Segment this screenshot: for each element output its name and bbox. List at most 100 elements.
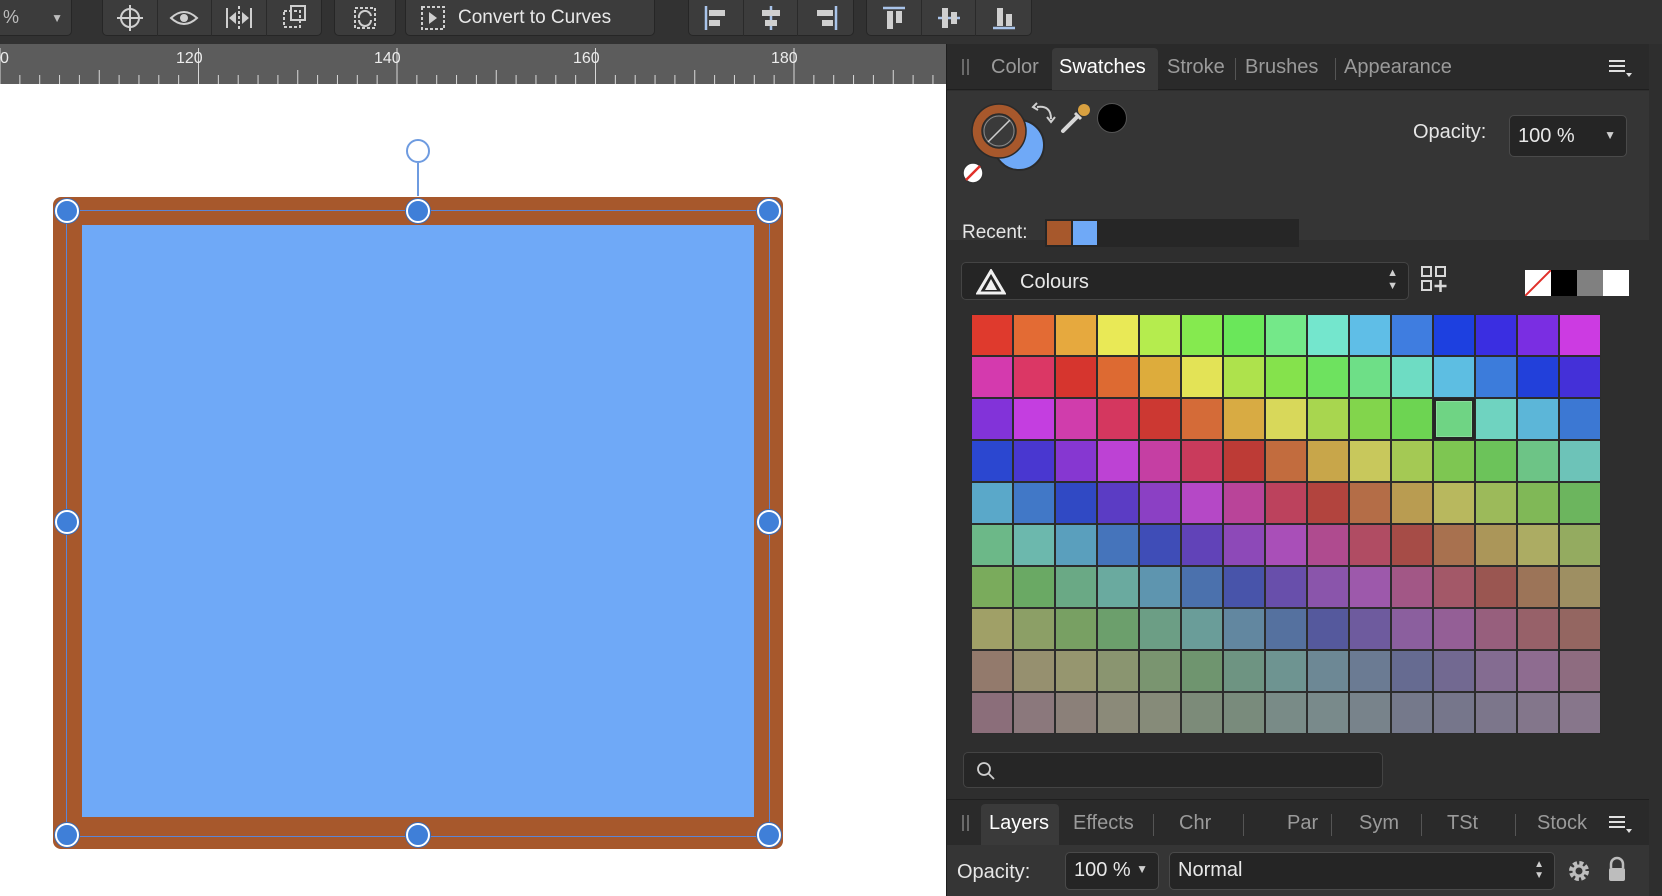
swatch-cell[interactable] <box>1433 440 1475 482</box>
panel-grip[interactable] <box>962 815 964 831</box>
swatch-cell[interactable] <box>1013 314 1055 356</box>
swatch-cell[interactable] <box>1517 398 1559 440</box>
swatch-cell[interactable] <box>1475 440 1517 482</box>
blend-mode-dropdown[interactable]: Normal ▲ ▼ <box>1169 852 1555 890</box>
swatch-cell[interactable] <box>1265 356 1307 398</box>
swatch-cell[interactable] <box>1223 314 1265 356</box>
swatch-cell[interactable] <box>1349 692 1391 734</box>
swatch-cell[interactable] <box>1349 650 1391 692</box>
swatch-cell[interactable] <box>1391 566 1433 608</box>
swatch-cell[interactable] <box>1559 314 1601 356</box>
swatch-cell[interactable] <box>1139 482 1181 524</box>
swatch-cell[interactable] <box>1433 566 1475 608</box>
swatch-cell[interactable] <box>1559 356 1601 398</box>
swatch-cell[interactable] <box>971 566 1013 608</box>
swatch-cell[interactable] <box>1013 566 1055 608</box>
swatch-cell[interactable] <box>1307 440 1349 482</box>
swatch-cell[interactable] <box>1013 692 1055 734</box>
layer-opacity-dropdown[interactable]: 100 % ▼ <box>1065 852 1159 890</box>
swatch-cell[interactable] <box>1097 482 1139 524</box>
swatch-cell[interactable] <box>1307 608 1349 650</box>
align-bottom-button[interactable] <box>976 0 1031 36</box>
swatch-cell[interactable] <box>1055 482 1097 524</box>
swatch-cell[interactable] <box>1265 398 1307 440</box>
black-swatch[interactable] <box>1551 270 1577 296</box>
swatch-cell[interactable] <box>1013 608 1055 650</box>
swatch-cell[interactable] <box>1223 650 1265 692</box>
tab-paragraph[interactable]: Par <box>1287 812 1318 835</box>
opacity-dropdown[interactable]: 100 % ▼ <box>1509 115 1627 157</box>
tab-brushes[interactable]: Brushes <box>1245 56 1318 79</box>
swatch-cell[interactable] <box>1265 482 1307 524</box>
swatch-cell[interactable] <box>1265 524 1307 566</box>
swatch-cell[interactable] <box>1139 650 1181 692</box>
swatch-cell[interactable] <box>1307 524 1349 566</box>
swatch-cell[interactable] <box>1223 398 1265 440</box>
swatch-cell[interactable] <box>1391 356 1433 398</box>
swatch-cell[interactable] <box>1349 398 1391 440</box>
swatch-cell[interactable] <box>1475 692 1517 734</box>
handle-top-right[interactable] <box>757 199 781 223</box>
align-middle-button[interactable] <box>922 0 977 36</box>
swatch-cell[interactable] <box>971 356 1013 398</box>
handle-bottom-right[interactable] <box>757 823 781 847</box>
swatch-cell[interactable] <box>1055 650 1097 692</box>
swatch-cell[interactable] <box>971 482 1013 524</box>
swatch-cell[interactable] <box>1097 356 1139 398</box>
swatch-cell[interactable] <box>1139 314 1181 356</box>
handle-bottom-center[interactable] <box>406 823 430 847</box>
swatch-cell[interactable] <box>1181 608 1223 650</box>
swatch-cell[interactable] <box>1307 356 1349 398</box>
tab-stroke[interactable]: Stroke <box>1167 56 1225 79</box>
swatch-cell[interactable] <box>1349 482 1391 524</box>
swatch-cell[interactable] <box>1307 566 1349 608</box>
swatch-cell[interactable] <box>1013 524 1055 566</box>
swatch-cell[interactable] <box>1139 398 1181 440</box>
tab-character[interactable]: Chr <box>1179 812 1211 835</box>
swatch-cell[interactable] <box>971 692 1013 734</box>
swatch-cell[interactable] <box>1433 650 1475 692</box>
eyedropper-icon[interactable] <box>1059 101 1093 135</box>
swatch-cell[interactable] <box>1475 356 1517 398</box>
swatch-cell[interactable] <box>1391 524 1433 566</box>
swatch-cell[interactable] <box>1139 356 1181 398</box>
swatch-cell[interactable] <box>1097 314 1139 356</box>
swatch-cell[interactable] <box>1265 650 1307 692</box>
swatch-cell[interactable] <box>1055 356 1097 398</box>
swatch-cell[interactable] <box>971 650 1013 692</box>
handle-top-left[interactable] <box>55 199 79 223</box>
swatch-cell[interactable] <box>1013 482 1055 524</box>
swatch-cell[interactable] <box>1433 482 1475 524</box>
swatch-cell[interactable] <box>1391 650 1433 692</box>
swatch-cell[interactable] <box>1559 398 1601 440</box>
swatch-cell[interactable] <box>1475 566 1517 608</box>
swatch-cell[interactable] <box>1181 314 1223 356</box>
swatch-cell[interactable] <box>1475 608 1517 650</box>
swatch-cell[interactable] <box>1223 482 1265 524</box>
swatch-cell[interactable] <box>1559 650 1601 692</box>
swatch-cell[interactable] <box>1055 440 1097 482</box>
swatch-cell[interactable] <box>1097 440 1139 482</box>
swatch-cell[interactable] <box>1517 608 1559 650</box>
swatch-cell[interactable] <box>1433 692 1475 734</box>
gear-icon[interactable] <box>1565 857 1593 885</box>
swatch-cell[interactable] <box>1181 566 1223 608</box>
swatch-cell[interactable] <box>1559 482 1601 524</box>
crosshair-button[interactable] <box>103 0 158 36</box>
swatch-cell[interactable] <box>1349 440 1391 482</box>
lock-icon[interactable] <box>1605 855 1629 885</box>
swatch-cell[interactable] <box>1559 566 1601 608</box>
zoom-dropdown[interactable]: % ▼ <box>0 0 72 36</box>
swatch-cell[interactable] <box>1517 524 1559 566</box>
swatch-cell[interactable] <box>1013 356 1055 398</box>
swatch-cell[interactable] <box>1139 524 1181 566</box>
swatch-cell[interactable] <box>1349 524 1391 566</box>
swatch-cell[interactable] <box>1265 692 1307 734</box>
swatch-cell[interactable] <box>1139 566 1181 608</box>
swatch-cell[interactable] <box>1139 440 1181 482</box>
document-canvas[interactable] <box>0 84 946 896</box>
flip-horizontal-button[interactable] <box>212 0 267 36</box>
swatch-cell[interactable] <box>1055 398 1097 440</box>
swatch-cell[interactable] <box>1475 314 1517 356</box>
swatch-cell[interactable] <box>1517 356 1559 398</box>
